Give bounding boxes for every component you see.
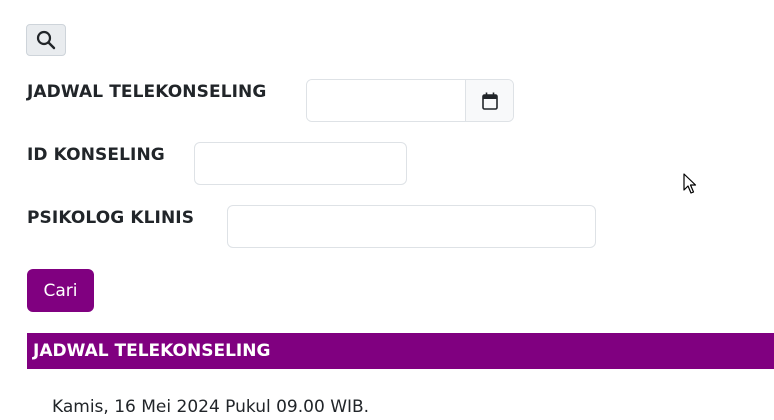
jadwal-telekonseling-label: JADWAL TELEKONSELING bbox=[27, 82, 267, 102]
id-konseling-label: ID KONSELING bbox=[27, 145, 165, 165]
search-submit-button[interactable]: Cari bbox=[27, 269, 94, 312]
id-konseling-input[interactable] bbox=[194, 142, 407, 185]
jadwal-telekonseling-date-group bbox=[306, 79, 514, 122]
search-icon bbox=[36, 30, 56, 50]
psikolog-klinis-input[interactable] bbox=[227, 205, 596, 248]
date-picker-button[interactable] bbox=[465, 80, 513, 121]
calendar-icon bbox=[481, 92, 498, 110]
schedule-section-header: JADWAL TELEKONSELING bbox=[27, 333, 774, 369]
psikolog-klinis-label: PSIKOLOG KLINIS bbox=[27, 208, 195, 228]
mouse-cursor-icon bbox=[683, 173, 697, 194]
search-toggle-button[interactable] bbox=[26, 24, 66, 56]
jadwal-telekonseling-input[interactable] bbox=[307, 80, 465, 121]
schedule-list-item: Kamis, 16 Mei 2024 Pukul 09.00 WIB. bbox=[52, 397, 370, 417]
